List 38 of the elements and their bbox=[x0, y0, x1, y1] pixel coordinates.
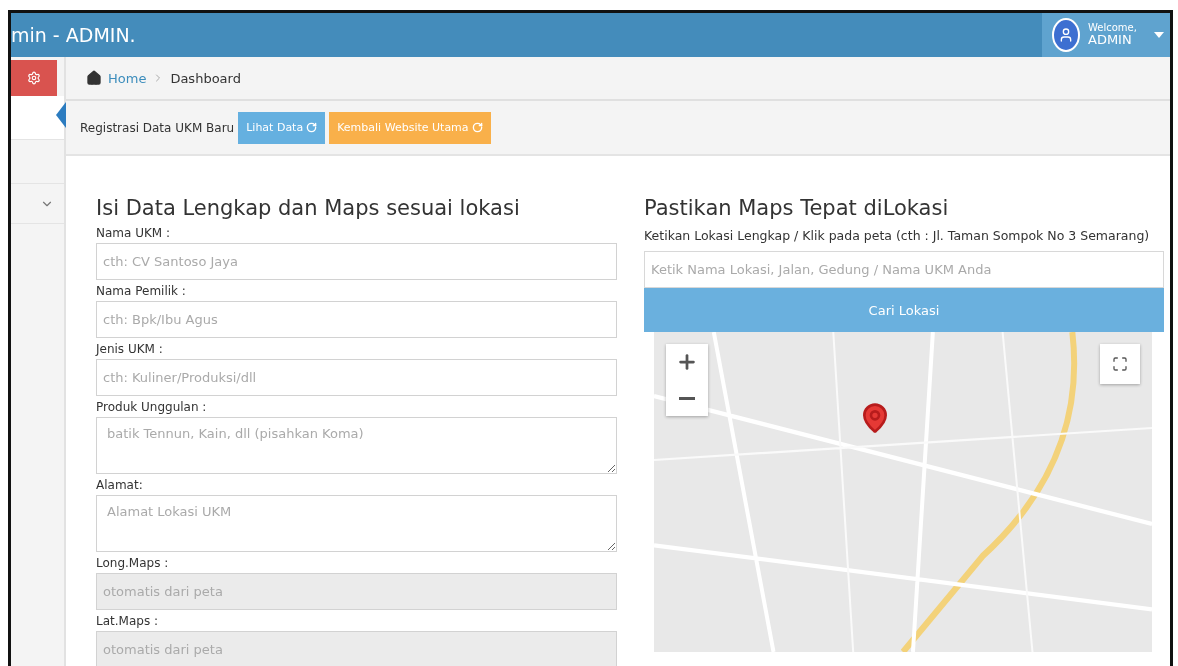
search-button[interactable]: Cari Lokasi bbox=[644, 288, 1164, 333]
input-field[interactable]: cth: Kuliner/Produksi/dll bbox=[96, 359, 617, 396]
field-label: Lat.Maps : bbox=[96, 614, 159, 628]
person-icon bbox=[1058, 27, 1074, 43]
page-label: Registrasi Data UKM Baru bbox=[80, 120, 235, 135]
breadcrumb-link[interactable]: Home bbox=[108, 70, 147, 86]
gear-icon bbox=[27, 71, 41, 85]
fullscreen-button[interactable] bbox=[1100, 344, 1140, 385]
nav-button[interactable]: Kembali Website Utama bbox=[329, 111, 491, 144]
input-field[interactable]: batik Tennun, Kain, dll (pisahkan Koma) bbox=[96, 417, 617, 474]
input-field[interactable]: cth: Bpk/Ibu Agus bbox=[96, 301, 617, 338]
user-name: ADMIN bbox=[1088, 33, 1133, 48]
input-field[interactable]: cth: CV Santoso Jaya bbox=[96, 243, 617, 280]
nav-button[interactable]: Lihat Data bbox=[238, 111, 326, 144]
settings-button[interactable] bbox=[11, 60, 57, 96]
refresh-icon bbox=[306, 122, 318, 133]
home-icon bbox=[86, 70, 102, 86]
map-hint: Ketikan Lokasi Lengkap / Klik pada peta (cth : Jl. Taman Sompok No 3 Semarang) bbox=[644, 227, 1151, 245]
fullscreen-icon bbox=[1112, 356, 1128, 373]
breadcrumb-current: Dashboard bbox=[170, 70, 241, 86]
form-heading: Isi Data Lengkap dan Maps sesuai lokasi bbox=[96, 196, 521, 220]
refresh-icon bbox=[471, 122, 483, 133]
welcome-text: Welcome, bbox=[1088, 22, 1137, 34]
app-title: min - ADMIN. bbox=[11, 24, 136, 46]
minus-icon bbox=[679, 396, 695, 400]
field-label: Nama Pemilik : bbox=[96, 284, 187, 298]
user-menu[interactable]: Welcome, ADMIN bbox=[1042, 13, 1170, 57]
caret-icon bbox=[1154, 32, 1164, 38]
field-label: Nama UKM : bbox=[96, 226, 172, 240]
zoom-in-button[interactable] bbox=[666, 344, 708, 381]
map-heading: Pastikan Maps Tepat diLokasi bbox=[644, 196, 950, 220]
field-label: Produk Unggulan : bbox=[96, 400, 208, 414]
field-label: Long.Maps : bbox=[96, 556, 170, 570]
field-label: Jenis UKM : bbox=[96, 342, 164, 356]
input-field[interactable]: Alamat Lokasi UKM bbox=[96, 495, 617, 552]
zoom-out-button[interactable] bbox=[666, 380, 708, 417]
search-field[interactable]: Ketik Nama Lokasi, Jalan, Gedung / Nama UKM Anda bbox=[644, 251, 1164, 289]
field-label: Alamat: bbox=[96, 478, 144, 492]
